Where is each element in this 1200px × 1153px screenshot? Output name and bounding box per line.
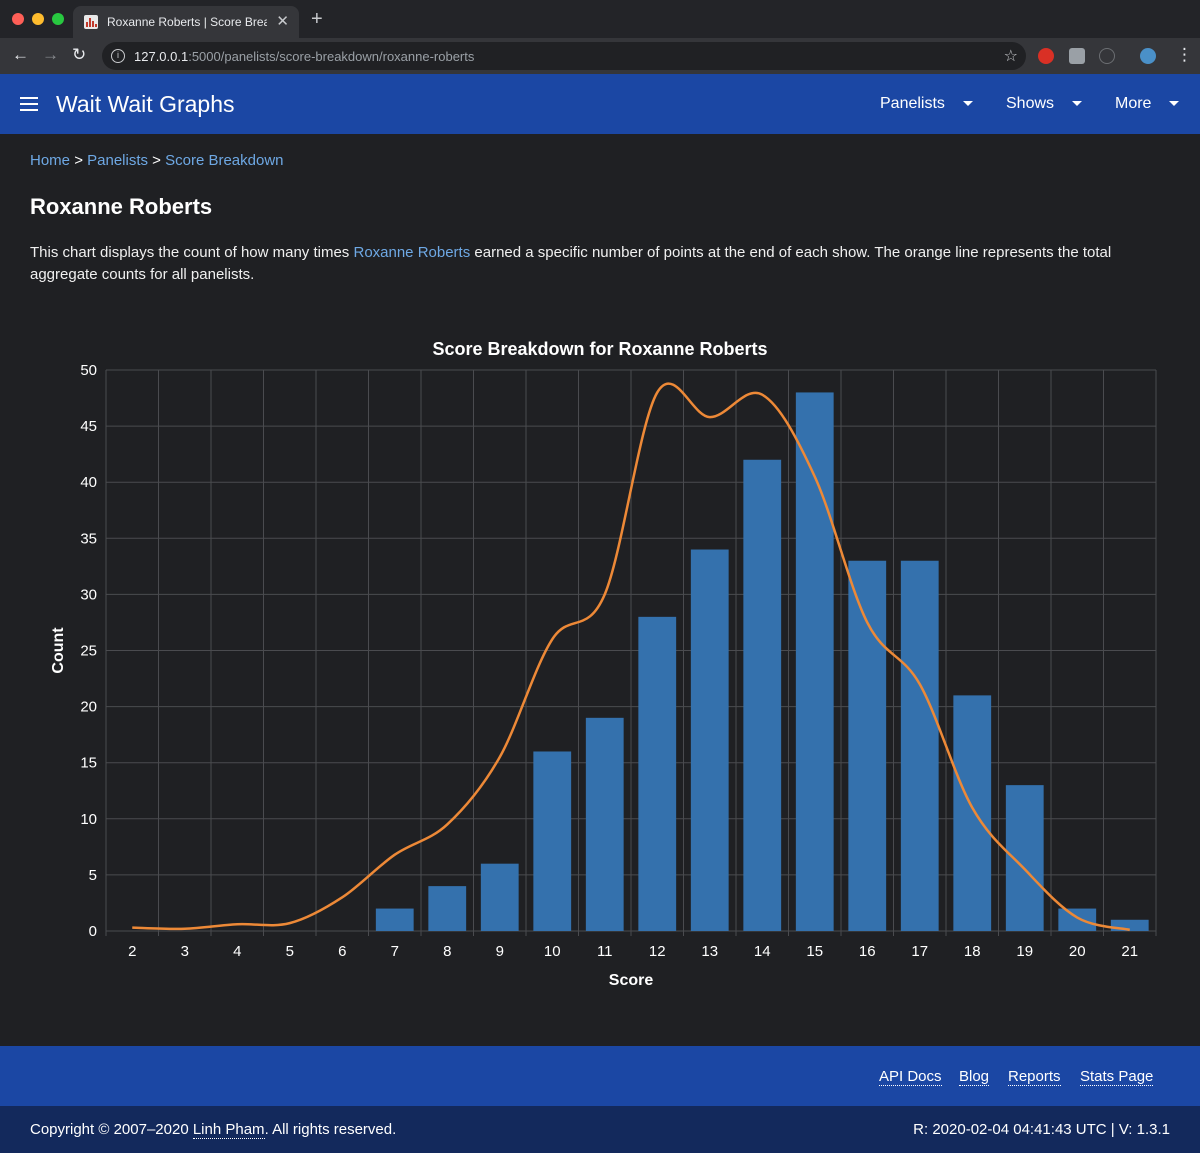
x-tick-label: 6 — [338, 943, 346, 960]
breadcrumb-separator: > — [152, 152, 161, 169]
footer-link-stats-page[interactable]: Stats Page — [1080, 1068, 1154, 1086]
new-tab-icon[interactable]: + — [311, 9, 323, 29]
panelist-link[interactable]: Roxanne Roberts — [353, 244, 470, 261]
footer-link-blog[interactable]: Blog — [959, 1068, 990, 1086]
menu-more[interactable]: More — [1115, 95, 1180, 113]
zoom-window-button[interactable] — [52, 13, 64, 25]
browser-tab[interactable]: Roxanne Roberts | Score Breakdown ✕ — [73, 6, 299, 38]
bar-score-17 — [900, 560, 939, 931]
breadcrumb-score-breakdown[interactable]: Score Breakdown — [165, 152, 283, 169]
caret-down-icon — [962, 101, 973, 107]
bar-score-12 — [638, 616, 677, 931]
author-link[interactable]: Linh Pham — [192, 1121, 265, 1139]
bookmark-star-icon[interactable]: ☆ — [1004, 46, 1018, 66]
y-axis-label: Count — [50, 627, 67, 674]
x-tick-label: 3 — [181, 943, 189, 960]
menu-shows[interactable]: Shows — [1006, 95, 1083, 113]
profile-avatar-icon[interactable] — [1140, 48, 1156, 64]
chart-title: Score Breakdown for Roxanne Roberts — [432, 339, 767, 359]
bar-score-11 — [585, 717, 624, 931]
menu-panelists[interactable]: Panelists — [880, 95, 973, 113]
y-tick-label: 0 — [89, 923, 97, 940]
caret-down-icon — [1072, 101, 1083, 107]
x-tick-label: 13 — [701, 943, 718, 960]
x-tick-label: 9 — [496, 943, 504, 960]
chart-favicon-icon — [84, 15, 98, 29]
x-tick-label: 16 — [859, 943, 876, 960]
footer-link-reports[interactable]: Reports — [1008, 1068, 1061, 1086]
y-tick-label: 35 — [80, 530, 97, 547]
x-tick-label: 5 — [286, 943, 294, 960]
forward-icon[interactable]: → — [42, 45, 59, 65]
app-header: Wait Wait Graphs Panelists Shows More — [0, 74, 1200, 134]
footer-links: API Docs Blog Reports Stats Page — [0, 1046, 1200, 1106]
x-tick-label: 19 — [1016, 943, 1033, 960]
x-tick-label: 2 — [128, 943, 136, 960]
site-info-icon[interactable]: i — [111, 49, 125, 63]
bar-score-16 — [848, 560, 887, 931]
info-extension-icon[interactable] — [1099, 48, 1115, 64]
reload-icon[interactable]: ↻ — [72, 45, 86, 65]
bar-score-14 — [743, 459, 782, 931]
x-tick-label: 12 — [649, 943, 666, 960]
y-tick-label: 5 — [89, 867, 97, 884]
breadcrumb-home[interactable]: Home — [30, 152, 70, 169]
camera-extension-icon[interactable] — [1069, 48, 1085, 64]
footer-bottom: Copyright © 2007–2020 Linh Pham. All rig… — [0, 1106, 1200, 1153]
tab-title: Roxanne Roberts | Score Breakdown — [107, 15, 267, 29]
x-tick-label: 4 — [233, 943, 241, 960]
breadcrumb: Home > Panelists > Score Breakdown — [30, 152, 284, 169]
bar-score-18 — [953, 695, 992, 931]
breadcrumb-separator: > — [74, 152, 83, 169]
version-text: R: 2020-02-04 04:41:43 UTC | V: 1.3.1 — [913, 1121, 1170, 1138]
x-tick-label: 21 — [1121, 943, 1138, 960]
y-tick-label: 20 — [80, 699, 97, 716]
browser-tab-bar: Roxanne Roberts | Score Breakdown ✕ + — [0, 0, 1200, 38]
browser-menu-icon[interactable]: ⋮ — [1176, 45, 1193, 65]
copyright-text: Copyright © 2007–2020 Linh Pham. All rig… — [30, 1121, 397, 1139]
extension-shield-icon[interactable] — [1038, 48, 1054, 64]
x-tick-label: 8 — [443, 943, 451, 960]
bar-score-7 — [375, 908, 414, 931]
x-tick-label: 11 — [597, 943, 613, 960]
x-tick-label: 20 — [1069, 943, 1086, 960]
bar-score-20 — [1058, 908, 1097, 931]
y-tick-label: 30 — [80, 586, 97, 603]
bar-score-13 — [690, 549, 729, 931]
back-icon[interactable]: ← — [12, 45, 29, 65]
x-tick-label: 7 — [391, 943, 399, 960]
page-title: Roxanne Roberts — [30, 194, 213, 219]
minimize-window-button[interactable] — [32, 13, 44, 25]
score-breakdown-chart: 051015202530354045502 3 4 5 6 7 8 9 10 11 12 13 14 15… — [50, 339, 1157, 989]
browser-toolbar: ← → ↻ i 127.0.0.1:5000/panelists/score-b… — [0, 38, 1200, 74]
x-tick-label: 18 — [964, 943, 981, 960]
bar-score-10 — [533, 751, 572, 931]
hamburger-menu-icon[interactable] — [20, 97, 38, 111]
breadcrumb-panelists[interactable]: Panelists — [87, 152, 148, 169]
page-description: This chart displays the count of how man… — [30, 244, 1112, 283]
bar-score-15 — [795, 392, 834, 931]
caret-down-icon — [1169, 101, 1180, 107]
y-tick-label: 40 — [80, 474, 97, 491]
bar-score-9 — [480, 863, 519, 931]
address-url: 127.0.0.1:5000/panelists/score-breakdown… — [134, 49, 475, 64]
address-bar[interactable]: i 127.0.0.1:5000/panelists/score-breakdo… — [102, 42, 1026, 70]
close-window-button[interactable] — [12, 13, 24, 25]
footer-link-api-docs[interactable]: API Docs — [879, 1068, 942, 1086]
y-tick-label: 10 — [80, 811, 97, 828]
x-tick-label: 14 — [754, 943, 771, 960]
y-tick-label: 45 — [80, 418, 97, 435]
x-tick-label: 15 — [806, 943, 823, 960]
app-title[interactable]: Wait Wait Graphs — [56, 91, 235, 118]
x-tick-label: 10 — [544, 943, 561, 960]
tab-close-icon[interactable]: ✕ — [276, 12, 289, 30]
bar-score-19 — [1005, 785, 1044, 931]
y-tick-label: 15 — [80, 755, 97, 772]
bar-score-8 — [428, 886, 467, 931]
y-tick-label: 50 — [80, 362, 97, 379]
y-tick-label: 25 — [80, 643, 97, 660]
x-tick-label: 17 — [911, 943, 928, 960]
x-axis-label: Score — [609, 972, 654, 989]
